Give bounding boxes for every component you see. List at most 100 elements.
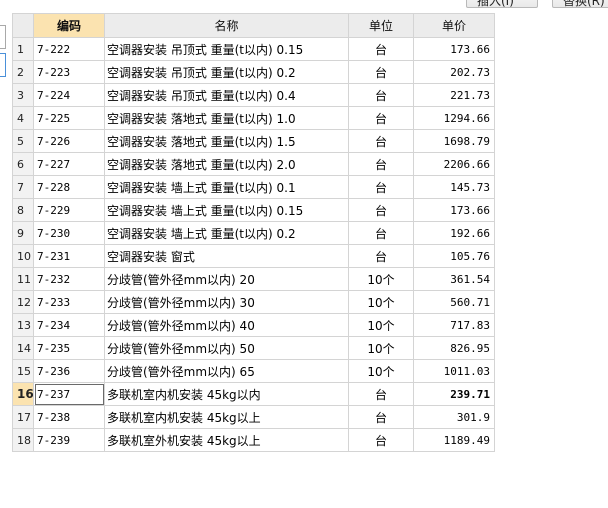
cell-name[interactable]: 空调器安装 墙上式 重量(t以内) 0.2 (104, 221, 349, 245)
cell-code[interactable]: 7-229 (33, 198, 105, 222)
cell-code[interactable]: 7-239 (33, 428, 105, 452)
cell-unit[interactable]: 10个 (348, 290, 414, 314)
row-number[interactable]: 2 (12, 60, 34, 84)
cell-code[interactable]: 7-230 (33, 221, 105, 245)
cell-unit[interactable]: 台 (348, 198, 414, 222)
table-row[interactable]: 12 7-233 分歧管(管外径mm以内) 30 10个 560.71 (12, 290, 495, 314)
cell-code[interactable]: 7-232 (33, 267, 105, 291)
cell-name[interactable]: 分歧管(管外径mm以内) 50 (104, 336, 349, 360)
column-header-unit[interactable]: 单位 (348, 13, 414, 38)
cell-name[interactable]: 空调器安装 吊顶式 重量(t以内) 0.4 (104, 83, 349, 107)
table-row[interactable]: 3 7-224 空调器安装 吊顶式 重量(t以内) 0.4 台 221.73 (12, 83, 495, 107)
table-row[interactable]: 13 7-234 分歧管(管外径mm以内) 40 10个 717.83 (12, 313, 495, 337)
cell-unit[interactable]: 10个 (348, 336, 414, 360)
cell-unit[interactable]: 10个 (348, 359, 414, 383)
table-row[interactable]: 18 7-239 多联机室外机安装 45kg以上台 1189.49 (12, 428, 495, 452)
cell-price[interactable]: 1294.66 (413, 106, 495, 130)
cell-name[interactable]: 分歧管(管外径mm以内) 30 (104, 290, 349, 314)
table-row[interactable]: 16 7-237 多联机室内机安装 45kg以内台 239.71 (12, 382, 495, 406)
cell-unit[interactable]: 台 (348, 428, 414, 452)
cell-name[interactable]: 空调器安装 吊顶式 重量(t以内) 0.15 (104, 37, 349, 61)
column-header-code[interactable]: 编码 (33, 13, 105, 38)
cell-price[interactable]: 173.66 (413, 37, 495, 61)
cell-name[interactable]: 空调器安装 墙上式 重量(t以内) 0.1 (104, 175, 349, 199)
cell-unit[interactable]: 台 (348, 37, 414, 61)
cell-unit[interactable]: 台 (348, 152, 414, 176)
cell-unit[interactable]: 台 (348, 244, 414, 268)
row-number[interactable]: 6 (12, 152, 34, 176)
left-input-partial-focused[interactable] (0, 53, 6, 77)
cell-code[interactable]: 7-226 (33, 129, 105, 153)
row-number[interactable]: 4 (12, 106, 34, 130)
cell-price[interactable]: 826.95 (413, 336, 495, 360)
cell-price[interactable]: 202.73 (413, 60, 495, 84)
cell-code[interactable]: 7-238 (33, 405, 105, 429)
cell-price[interactable]: 361.54 (413, 267, 495, 291)
cell-price[interactable]: 105.76 (413, 244, 495, 268)
cell-code[interactable]: 7-222 (33, 37, 105, 61)
column-header-price[interactable]: 单价 (413, 13, 495, 38)
cell-unit[interactable]: 台 (348, 221, 414, 245)
cell-code[interactable]: 7-225 (33, 106, 105, 130)
cell-price[interactable]: 173.66 (413, 198, 495, 222)
row-number[interactable]: 15 (12, 359, 34, 383)
table-row[interactable]: 15 7-236 分歧管(管外径mm以内) 65 10个 1011.03 (12, 359, 495, 383)
row-number[interactable]: 18 (12, 428, 34, 452)
cell-unit[interactable]: 台 (348, 129, 414, 153)
cell-name[interactable]: 分歧管(管外径mm以内) 65 (104, 359, 349, 383)
cell-price[interactable]: 560.71 (413, 290, 495, 314)
cell-code[interactable]: 7-223 (33, 60, 105, 84)
cell-unit[interactable]: 10个 (348, 267, 414, 291)
cell-unit[interactable]: 台 (348, 405, 414, 429)
row-number[interactable]: 11 (12, 267, 34, 291)
cell-price[interactable]: 192.66 (413, 221, 495, 245)
cell-name[interactable]: 空调器安装 吊顶式 重量(t以内) 0.2 (104, 60, 349, 84)
cell-name[interactable]: 多联机室外机安装 45kg以上 (104, 428, 349, 452)
table-row[interactable]: 11 7-232 分歧管(管外径mm以内) 20 10个 361.54 (12, 267, 495, 291)
column-header-name[interactable]: 名称 (104, 13, 349, 38)
cell-price[interactable]: 1698.79 (413, 129, 495, 153)
cell-price[interactable]: 221.73 (413, 83, 495, 107)
cell-name[interactable]: 多联机室内机安装 45kg以上 (104, 405, 349, 429)
row-number[interactable]: 1 (12, 37, 34, 61)
table-row[interactable]: 6 7-227 空调器安装 落地式 重量(t以内) 2.0 台 2206.66 (12, 152, 495, 176)
cell-code[interactable]: 7-237 (33, 382, 105, 406)
table-row[interactable]: 2 7-223 空调器安装 吊顶式 重量(t以内) 0.2 台 202.73 (12, 60, 495, 84)
table-row[interactable]: 17 7-238 多联机室内机安装 45kg以上台 301.9 (12, 405, 495, 429)
table-row[interactable]: 14 7-235 分歧管(管外径mm以内) 50 10个 826.95 (12, 336, 495, 360)
row-number[interactable]: 7 (12, 175, 34, 199)
table-row[interactable]: 8 7-229 空调器安装 墙上式 重量(t以内) 0.15 台 173.66 (12, 198, 495, 222)
cell-code[interactable]: 7-233 (33, 290, 105, 314)
table-row[interactable]: 7 7-228 空调器安装 墙上式 重量(t以内) 0.1 台 145.73 (12, 175, 495, 199)
row-number[interactable]: 14 (12, 336, 34, 360)
row-number[interactable]: 10 (12, 244, 34, 268)
table-row[interactable]: 5 7-226 空调器安装 落地式 重量(t以内) 1.5 台 1698.79 (12, 129, 495, 153)
left-input-partial[interactable] (0, 25, 6, 49)
row-number-header[interactable] (12, 13, 34, 38)
cell-unit[interactable]: 台 (348, 382, 414, 406)
cell-code[interactable]: 7-231 (33, 244, 105, 268)
row-number[interactable]: 13 (12, 313, 34, 337)
cell-unit[interactable]: 台 (348, 60, 414, 84)
row-number[interactable]: 8 (12, 198, 34, 222)
cell-price[interactable]: 1011.03 (413, 359, 495, 383)
row-number[interactable]: 12 (12, 290, 34, 314)
cell-name[interactable]: 多联机室内机安装 45kg以内 (104, 382, 349, 406)
cell-name[interactable]: 空调器安装 落地式 重量(t以内) 1.0 (104, 106, 349, 130)
cell-unit[interactable]: 10个 (348, 313, 414, 337)
cell-price[interactable]: 145.73 (413, 175, 495, 199)
row-number[interactable]: 17 (12, 405, 34, 429)
cell-price[interactable]: 301.9 (413, 405, 495, 429)
table-row[interactable]: 10 7-231 空调器安装 窗式台 105.76 (12, 244, 495, 268)
cell-price[interactable]: 239.71 (413, 382, 495, 406)
cell-code[interactable]: 7-234 (33, 313, 105, 337)
cell-unit[interactable]: 台 (348, 175, 414, 199)
cell-name[interactable]: 空调器安装 落地式 重量(t以内) 1.5 (104, 129, 349, 153)
row-number[interactable]: 5 (12, 129, 34, 153)
cell-code[interactable]: 7-227 (33, 152, 105, 176)
table-row[interactable]: 9 7-230 空调器安装 墙上式 重量(t以内) 0.2 台 192.66 (12, 221, 495, 245)
cell-unit[interactable]: 台 (348, 83, 414, 107)
cell-code[interactable]: 7-236 (33, 359, 105, 383)
cell-name[interactable]: 分歧管(管外径mm以内) 40 (104, 313, 349, 337)
replace-button[interactable]: 替换(R) (552, 0, 608, 8)
